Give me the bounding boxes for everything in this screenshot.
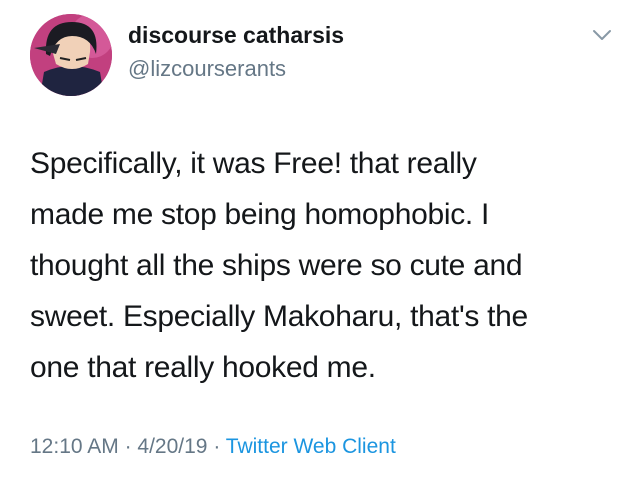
tweet-meta: 12:10 AM · 4/20/19 · Twitter Web Client xyxy=(30,435,396,459)
meta-separator: · xyxy=(207,435,226,458)
tweet-text-line: thought all the ships were so cute and xyxy=(30,249,523,282)
tweet-text-line: Specifically, it was Free! that really xyxy=(30,147,477,180)
chevron-down-icon[interactable] xyxy=(592,28,612,42)
tweet-source-link[interactable]: Twitter Web Client xyxy=(226,435,396,458)
meta-separator: · xyxy=(118,435,138,458)
avatar-image xyxy=(30,14,112,96)
tweet-time[interactable]: 12:10 AM xyxy=(30,435,119,458)
avatar[interactable] xyxy=(30,14,112,96)
author-display-name[interactable]: discourse catharsis xyxy=(128,22,344,49)
tweet-text-line: one that really hooked me. xyxy=(30,351,376,384)
tweet-text-line: sweet. Especially Makoharu, that's the xyxy=(30,300,528,333)
tweet-text-line: made me stop being homophobic. I xyxy=(30,198,490,231)
tweet-date[interactable]: 4/20/19 xyxy=(137,435,207,458)
author-handle[interactable]: @lizcourserants xyxy=(128,56,286,82)
tweet-text: Specifically, it was Free! that really m… xyxy=(30,138,620,393)
tweet-card: discourse catharsis @lizcourserants Spec… xyxy=(0,0,640,490)
